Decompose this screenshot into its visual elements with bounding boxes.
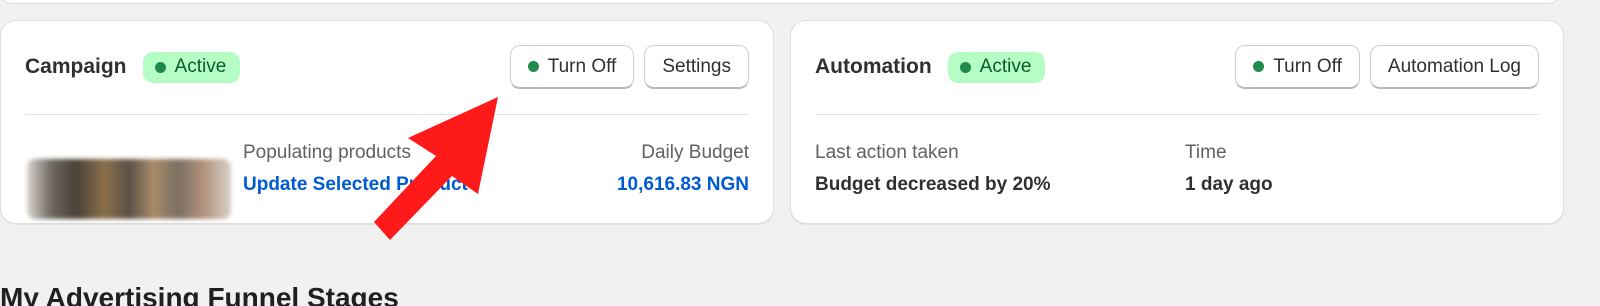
campaign-status-text: Active — [174, 56, 227, 77]
automation-card: Automation Active Turn Off Automation Lo… — [790, 20, 1564, 224]
automation-status-text: Active — [979, 56, 1032, 77]
campaign-settings-button[interactable]: Settings — [644, 45, 749, 89]
automation-title: Automation — [815, 55, 932, 78]
red-arrow-icon — [374, 97, 498, 240]
last-action-label: Last action taken — [815, 142, 959, 163]
product-thumbnail — [27, 159, 231, 219]
status-dot-icon — [1253, 61, 1265, 72]
campaign-turn-off-button[interactable]: Turn Off — [509, 45, 635, 89]
status-dot-icon — [527, 61, 539, 72]
status-dot-icon — [154, 61, 166, 73]
automation-turn-off-label: Turn Off — [1273, 55, 1342, 77]
daily-budget-label: Daily Budget — [641, 142, 749, 163]
automation-status-badge: Active — [947, 51, 1046, 83]
automation-card-header: Automation Active Turn Off Automation Lo… — [815, 45, 1539, 89]
campaign-title: Campaign — [25, 55, 127, 78]
campaign-actions: Turn Off Settings — [509, 45, 749, 89]
funnel-stages-heading: My Advertising Funnel Stages — [0, 282, 399, 306]
previous-card-edge — [0, 0, 1560, 4]
time-value: 1 day ago — [1185, 174, 1273, 195]
campaign-turn-off-label: Turn Off — [547, 55, 617, 77]
last-action-value: Budget decreased by 20% — [815, 174, 1051, 195]
automation-turn-off-button[interactable]: Turn Off — [1235, 45, 1360, 89]
status-dot-icon — [959, 61, 971, 73]
time-label: Time — [1185, 142, 1227, 163]
campaign-card-header: Campaign Active Turn Off Settings — [25, 45, 749, 89]
automation-actions: Turn Off Automation Log — [1235, 45, 1539, 89]
daily-budget-value[interactable]: 10,616.83 NGN — [617, 174, 749, 196]
campaign-status-badge: Active — [142, 51, 241, 83]
automation-divider — [815, 114, 1539, 115]
automation-log-button[interactable]: Automation Log — [1369, 45, 1539, 89]
